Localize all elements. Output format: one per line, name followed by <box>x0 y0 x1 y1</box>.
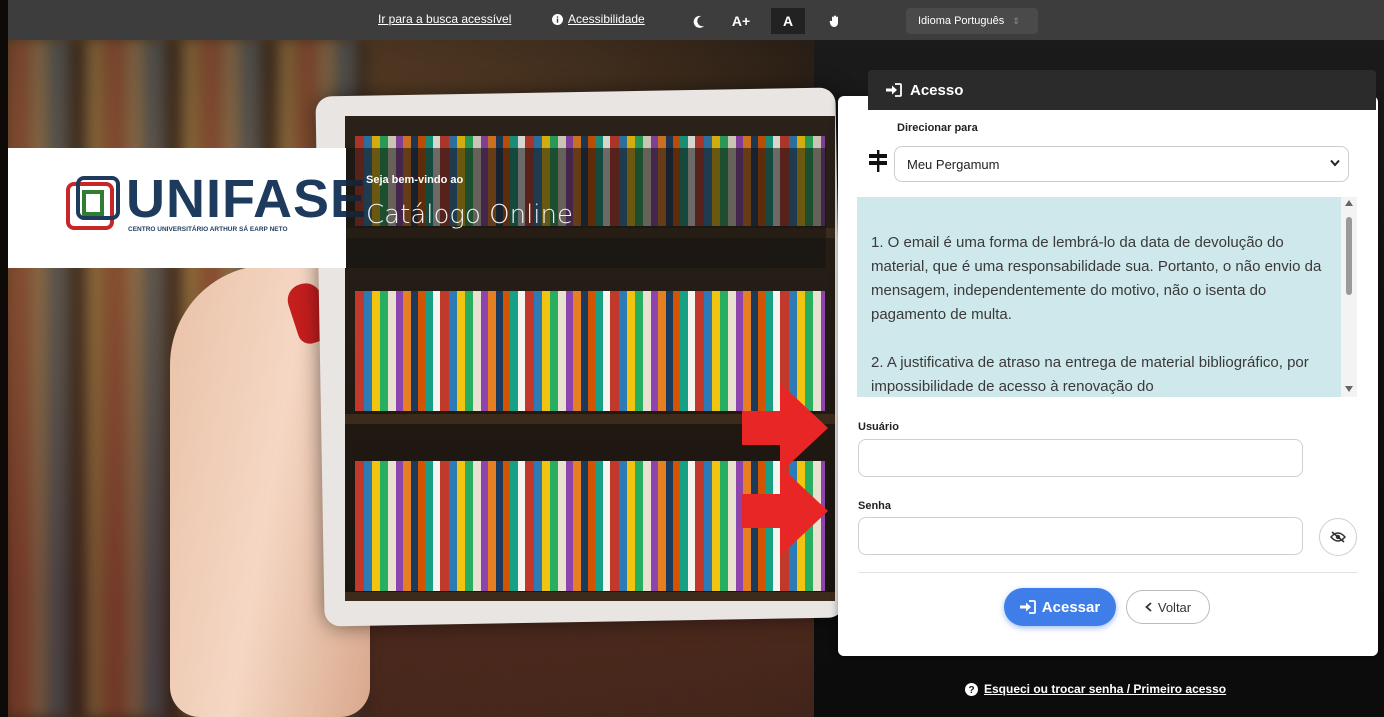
redirect-select[interactable]: Meu Pergamum <box>894 146 1349 182</box>
language-label: Idioma Português <box>918 15 1005 27</box>
language-select[interactable]: Idioma Português ⇕ <box>906 8 1038 34</box>
dark-mode-button[interactable] <box>682 8 716 34</box>
login-header: Acesso <box>868 70 1376 110</box>
brand-name: UNIFASE <box>126 169 368 229</box>
signpost-icon <box>869 150 887 172</box>
user-label: Usuário <box>858 421 899 433</box>
svg-text:?: ? <box>968 685 974 696</box>
info-icon <box>552 13 563 25</box>
font-increase-button[interactable]: A+ <box>724 8 758 34</box>
chevron-down-icon <box>1330 159 1340 167</box>
hand-icon <box>829 15 838 27</box>
login-header-title: Acesso <box>910 81 964 99</box>
scrollbar-thumb[interactable] <box>1346 217 1352 295</box>
brand-subtitle: CENTRO UNIVERSITÁRIO ARTHUR SÁ EARP NETO <box>128 226 288 233</box>
moon-icon <box>693 15 704 28</box>
redirect-label: Direcionar para <box>897 122 978 134</box>
scroll-down-icon[interactable] <box>1345 386 1353 392</box>
eye-slash-icon <box>1330 531 1346 543</box>
accessibility-label: Acessibilidade <box>568 12 645 26</box>
accessibility-bar: Ir para a busca acessível Acessibilidade… <box>8 0 1384 40</box>
welcome-small-text: Seja bem-vindo ao <box>366 174 464 186</box>
redirect-select-value: Meu Pergamum <box>907 156 1000 172</box>
back-label: Voltar <box>1157 599 1192 615</box>
catalog-title: Catálogo Online <box>366 200 573 230</box>
toggle-password-button[interactable] <box>1319 518 1357 556</box>
sign-in-icon <box>886 83 902 97</box>
scroll-up-icon[interactable] <box>1345 200 1353 206</box>
notice-paragraph-2: 2. A justificativa de atraso na entrega … <box>871 354 1309 395</box>
forgot-password-label: Esqueci ou trocar senha / Primeiro acess… <box>984 682 1227 696</box>
sign-in-icon <box>1019 600 1036 614</box>
sign-language-button[interactable] <box>818 8 852 34</box>
submit-label: Acessar <box>1041 598 1101 616</box>
password-input[interactable] <box>858 517 1303 555</box>
font-default-button[interactable]: A <box>771 8 805 34</box>
welcome-panel: Seja bem-vindo ao Catálogo Online <box>346 148 826 268</box>
red-arrow-icon <box>742 466 828 556</box>
notice-paragraph-1: 1. O email é uma forma de lembrá-lo da d… <box>871 234 1322 323</box>
red-arrow-icon <box>742 383 828 473</box>
user-input[interactable] <box>858 439 1303 477</box>
back-button[interactable]: Voltar <box>1126 590 1210 624</box>
form-divider <box>858 572 1358 573</box>
accessibility-link[interactable]: Acessibilidade <box>552 12 645 26</box>
password-label: Senha <box>858 500 892 512</box>
unifase-logo-icon <box>66 176 120 230</box>
accessible-search-link[interactable]: Ir para a busca acessível <box>378 12 511 26</box>
forgot-password-link[interactable]: ? Esqueci ou trocar senha / Primeiro ace… <box>965 682 1226 696</box>
notice-scrollbar[interactable] <box>1341 197 1357 397</box>
submit-button[interactable]: Acessar <box>1004 588 1116 626</box>
logo-panel: UNIFASE CENTRO UNIVERSITÁRIO ARTHUR SÁ E… <box>8 148 366 268</box>
select-arrows-icon: ⇕ <box>1012 15 1020 26</box>
chevron-left-icon <box>1145 602 1152 612</box>
notice-box: 1. O email é uma forma de lembrá-lo da d… <box>857 197 1341 397</box>
question-circle-icon: ? <box>965 682 978 696</box>
